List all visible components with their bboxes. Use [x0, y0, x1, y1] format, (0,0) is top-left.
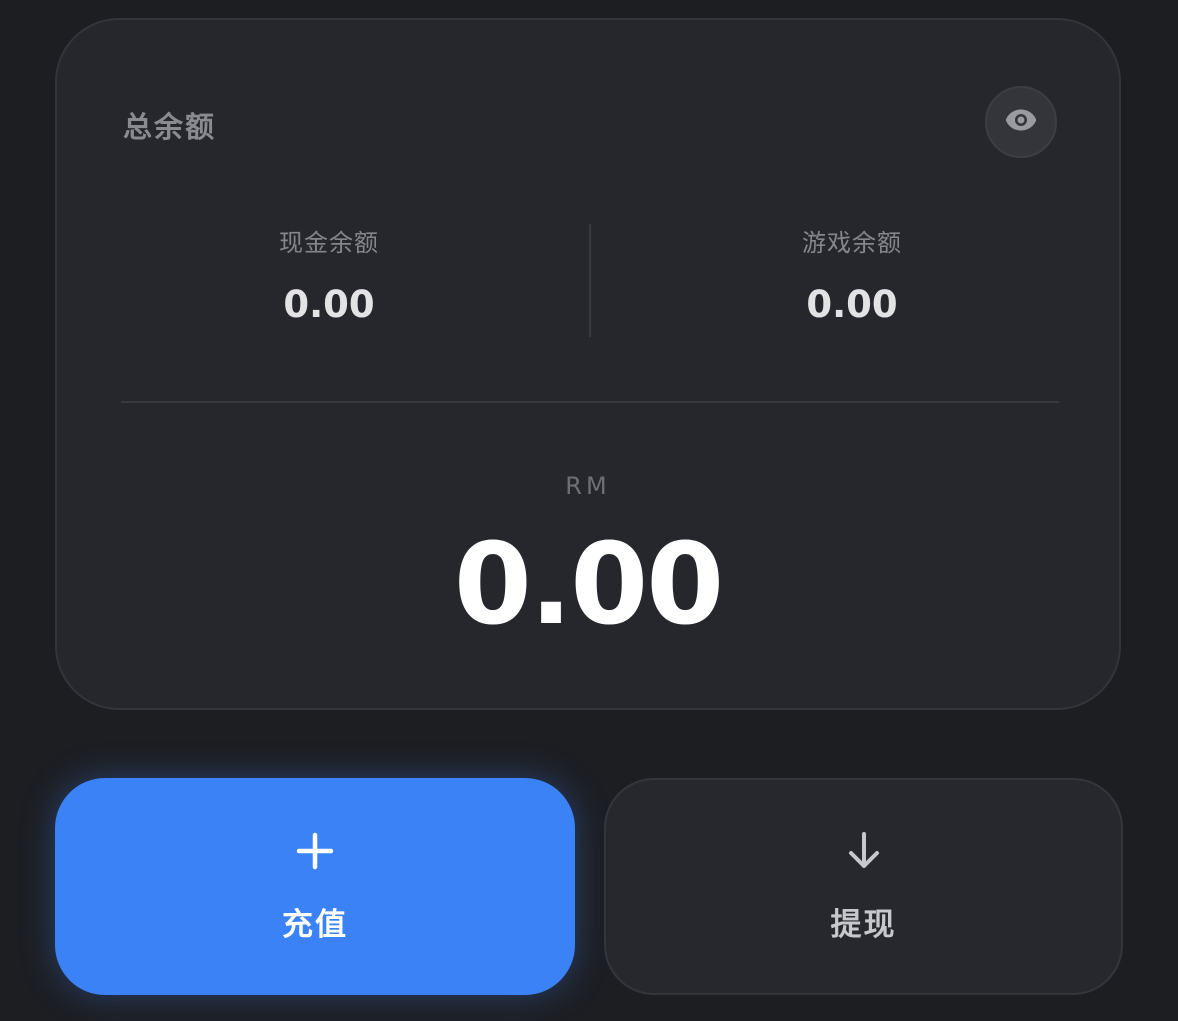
withdraw-button[interactable]: 提现 — [604, 778, 1123, 995]
withdraw-label: 提现 — [830, 907, 897, 943]
game-balance-label: 游戏余额 — [802, 229, 902, 257]
deposit-button[interactable]: 充值 — [55, 778, 575, 995]
vertical-divider — [589, 224, 591, 337]
game-balance-value: 0.00 — [806, 283, 898, 326]
plus-icon — [293, 829, 337, 873]
total-balance-title: 总余额 — [123, 110, 217, 144]
cash-balance-label: 现金余额 — [279, 229, 379, 257]
total-balance-value: 0.00 — [453, 520, 724, 650]
cash-balance: 现金余额 0.00 — [164, 225, 494, 327]
eye-icon — [1003, 102, 1039, 142]
currency-label: RM — [565, 472, 611, 500]
wallet-screen: 总余额 现金余额 0.00 游戏余额 0.00 RM 0.00 充值 提现 — [0, 0, 1178, 1021]
balance-card: 总余额 现金余额 0.00 游戏余额 0.00 RM 0.00 — [55, 18, 1121, 710]
cash-balance-value: 0.00 — [283, 283, 375, 326]
deposit-label: 充值 — [282, 907, 348, 943]
toggle-visibility-button[interactable] — [985, 86, 1057, 158]
horizontal-divider — [121, 401, 1059, 403]
game-balance: 游戏余额 0.00 — [687, 225, 1017, 327]
arrow-down-icon — [842, 829, 886, 873]
